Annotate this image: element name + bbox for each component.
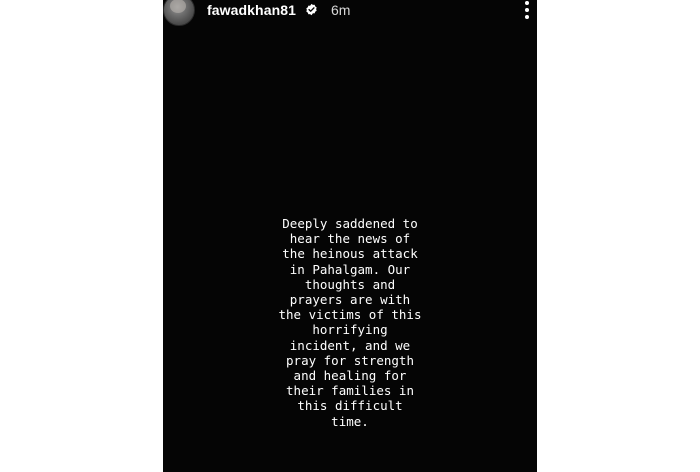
username[interactable]: fawadkhan81 [207, 1, 296, 19]
more-options-icon[interactable] [521, 0, 533, 20]
verified-badge-icon [306, 3, 317, 16]
story-view[interactable]: fawadkhan81 6m Deeply saddened to hear t… [163, 0, 537, 472]
avatar[interactable] [163, 0, 195, 26]
time-ago: 6m [331, 2, 351, 18]
page: fawadkhan81 6m Deeply saddened to hear t… [0, 0, 700, 472]
story-text: Deeply saddened to hear the news of the … [278, 216, 422, 429]
story-header: fawadkhan81 6m [163, 0, 537, 28]
